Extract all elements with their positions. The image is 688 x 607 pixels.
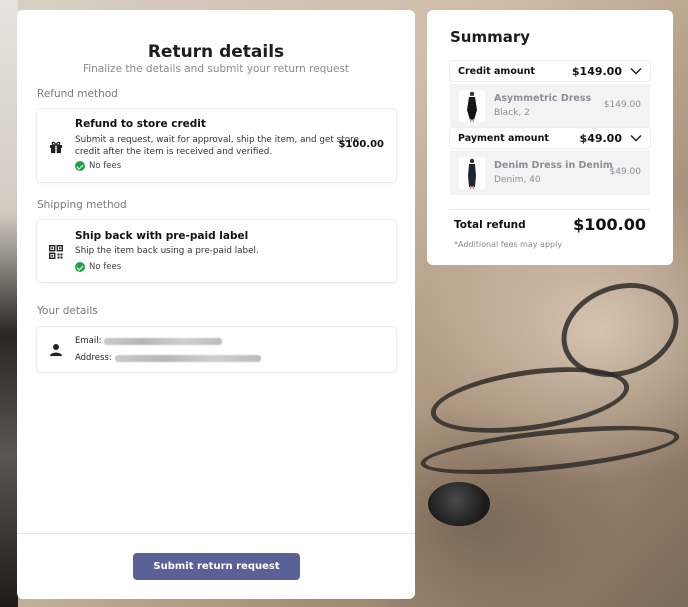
return-details-panel: Return details Finalize the details and … — [17, 10, 415, 599]
product-thumbnail — [459, 90, 485, 122]
refund-option-price: $100.00 — [338, 139, 384, 150]
email-label: Email: — [75, 336, 102, 346]
credit-amount-toggle[interactable]: Credit amount $149.00 — [450, 61, 650, 81]
address-label: Address: — [75, 353, 112, 363]
qr-code-icon — [48, 244, 64, 260]
refund-option-description-1: Submit a request, wait for approval, shi… — [75, 135, 359, 145]
refund-option-store-credit[interactable]: Refund to store credit Submit a request,… — [37, 109, 396, 182]
refund-option-fee: No fees — [75, 161, 121, 171]
submit-return-request-button[interactable]: Submit return request — [133, 553, 300, 580]
payment-amount-value: $49.00 — [579, 131, 622, 145]
background-coat-button — [428, 482, 490, 526]
fee-text: No fees — [89, 161, 122, 171]
summary-title: Summary — [450, 28, 531, 46]
credit-item-price: $149.00 — [603, 100, 641, 110]
payment-item-price: $49.00 — [609, 167, 642, 177]
page-title: Return details — [147, 42, 285, 62]
gift-icon — [49, 139, 63, 153]
user-icon — [49, 342, 63, 356]
shipping-option-description: Ship the item back using a pre-paid labe… — [75, 246, 259, 256]
credit-amount-label: Credit amount — [458, 65, 535, 77]
summary-panel: Summary Credit amount $149.00 Asymmetric… — [427, 10, 673, 265]
chevron-down-icon — [630, 67, 642, 75]
credit-amount-value: $149.00 — [571, 64, 622, 78]
payment-amount-label: Payment amount — [458, 132, 549, 144]
page-subtitle: Finalize the details and submit your ret… — [82, 63, 350, 75]
refund-option-description-2: credit after the item is received and ve… — [75, 147, 273, 157]
credit-item-row: Asymmetric Dress Black, 2 $149.00 — [450, 84, 650, 128]
check-circle-icon — [75, 161, 85, 171]
shipping-option-prepaid-label[interactable]: Ship back with pre-paid label Ship the i… — [37, 220, 396, 282]
credit-item-name: Asymmetric Dress — [494, 93, 592, 104]
your-details-box: Email: Address: — [37, 327, 396, 372]
additional-fees-note: *Additional fees may apply — [454, 240, 563, 249]
payment-item-name: Denim Dress in Denim — [494, 160, 613, 171]
total-refund-label: Total refund — [454, 219, 526, 231]
payment-item-variant: Denim, 40 — [494, 175, 541, 185]
email-redacted — [104, 337, 223, 345]
credit-item-variant: Black, 2 — [494, 108, 530, 118]
chevron-down-icon — [630, 134, 642, 142]
address-line: Address: — [75, 353, 261, 363]
shipping-option-fee: No fees — [75, 262, 121, 272]
footer-divider — [17, 533, 415, 534]
fee-text: No fees — [89, 262, 122, 272]
summary-divider — [450, 209, 650, 210]
background-strip — [0, 0, 18, 607]
product-thumbnail — [459, 157, 485, 189]
email-line: Email: — [75, 336, 223, 346]
check-circle-icon — [75, 262, 85, 272]
address-redacted — [114, 354, 261, 362]
payment-item-row: Denim Dress in Denim Denim, 40 $49.00 — [450, 151, 650, 195]
shipping-option-title: Ship back with pre-paid label — [75, 230, 249, 242]
shipping-method-label: Shipping method — [37, 199, 127, 211]
payment-amount-toggle[interactable]: Payment amount $49.00 — [450, 128, 650, 148]
your-details-label: Your details — [37, 305, 98, 317]
refund-option-title: Refund to store credit — [75, 118, 206, 130]
total-refund-amount: $100.00 — [573, 215, 646, 234]
refund-method-label: Refund method — [37, 88, 118, 100]
